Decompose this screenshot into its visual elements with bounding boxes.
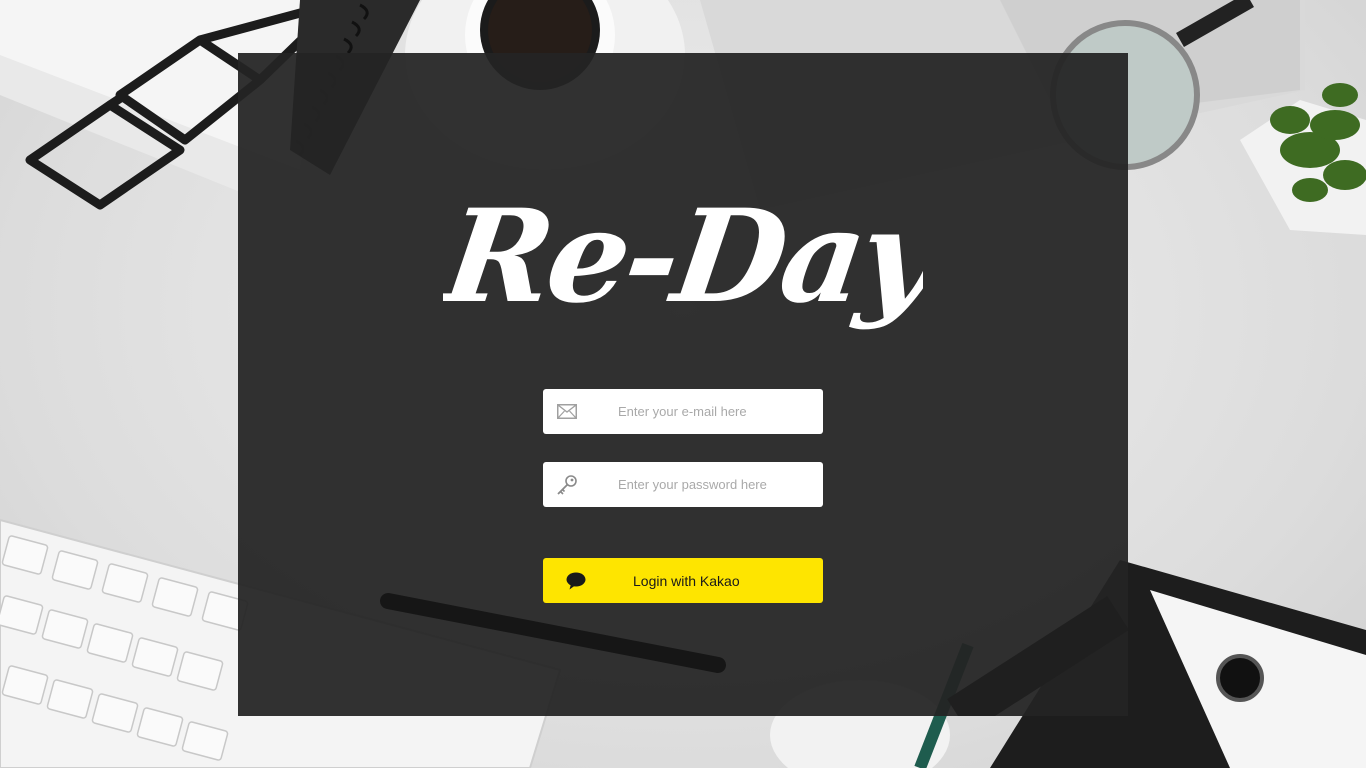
login-with-kakao-button[interactable]: Login with Kakao: [543, 558, 823, 603]
password-input[interactable]: [591, 462, 791, 507]
password-field[interactable]: [543, 462, 823, 507]
email-input[interactable]: [591, 389, 791, 434]
envelope-icon: [543, 389, 591, 434]
panel-background-objects: [380, 593, 1128, 716]
speech-bubble-icon: [543, 558, 609, 603]
login-with-kakao-label: Login with Kakao: [633, 572, 740, 589]
login-panel: Re-Day Enter your e-mail here Login with…: [238, 53, 1128, 716]
email-field[interactable]: [543, 389, 823, 434]
logo-text: Re-Day: [443, 182, 923, 332]
re-day-logo: Re-Day: [443, 182, 923, 332]
key-icon: [543, 462, 591, 507]
